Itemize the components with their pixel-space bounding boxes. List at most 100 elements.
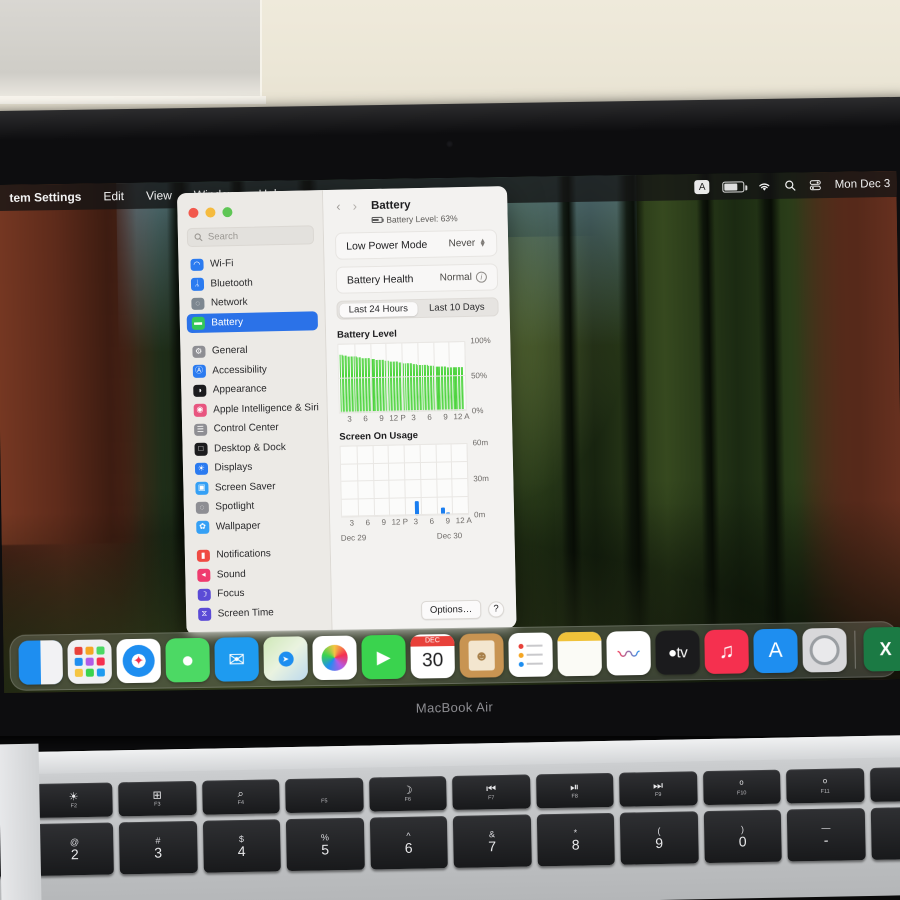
sidebar-item-label: Screen Time [218, 607, 274, 619]
low-power-mode-value[interactable]: Never ▲ ▼ [448, 238, 486, 250]
key-glyph: ☽ [403, 784, 413, 796]
dock-item-photos[interactable] [312, 635, 357, 680]
menu-app-name[interactable]: tem Settings [0, 184, 93, 211]
control-center-icon[interactable] [810, 179, 822, 191]
key-f11[interactable]: ᵒ F11 [786, 768, 864, 803]
low-power-mode-card[interactable]: Low Power Mode Never ▲ ▼ [335, 229, 498, 260]
chevron-updown-icon[interactable]: ▲ ▼ [479, 239, 486, 247]
tab-last-24-hours[interactable]: Last 24 Hours [339, 302, 418, 318]
key-glyph: 9 [655, 835, 663, 850]
low-power-mode-row[interactable]: Low Power Mode Never ▲ ▼ [346, 231, 487, 259]
dock-item-facetime[interactable]: ▶ [361, 635, 406, 680]
sidebar-item-displays[interactable]: ☀ Displays [190, 456, 321, 478]
key-6[interactable]: ^ 6 [369, 816, 447, 869]
sidebar-item-network[interactable]: ◌ Network [186, 291, 317, 313]
menu-edit[interactable]: Edit [92, 183, 135, 210]
key-f9[interactable]: ⏭ F9 [619, 771, 697, 806]
key--[interactable]: — - [787, 808, 865, 861]
key-9[interactable]: (9 [620, 811, 698, 864]
help-button[interactable]: ? [488, 601, 504, 617]
back-button[interactable]: ‹ [334, 201, 343, 213]
key-f10[interactable]: ᵒ F10 [703, 770, 781, 805]
key-glyph: ⊞ [152, 789, 161, 801]
key-8[interactable]: * 8 [536, 813, 614, 866]
zoom-button[interactable] [222, 207, 232, 217]
options-button[interactable]: Options… [421, 600, 482, 620]
battery-health-card[interactable]: Battery Health Normal i [336, 263, 499, 294]
key-f7[interactable]: ⏮ F7 [452, 774, 530, 809]
close-button[interactable] [188, 208, 198, 218]
key-7[interactable]: & 7 [453, 814, 531, 867]
dock-item-calendar[interactable]: DEC 30 [410, 634, 455, 679]
dock-item-excel[interactable]: X [863, 627, 900, 672]
keyboard-number-row[interactable]: !1@2#3$4%5^6&7*8(9)0—-+= [0, 806, 900, 877]
key-f12[interactable]: ᵒF12 [870, 766, 900, 801]
sidebar-item-control-center[interactable]: ☰ Control Center [189, 417, 320, 439]
dock-item-launchpad[interactable] [67, 639, 112, 684]
sidebar-item-label: Bluetooth [210, 277, 252, 289]
info-icon[interactable]: i [476, 272, 487, 283]
sidebar-search[interactable]: Search [178, 215, 324, 253]
input-source-icon[interactable]: A [695, 180, 710, 194]
dock-item-music[interactable]: ♫ [704, 629, 749, 674]
sidebar-item-wi-fi[interactable]: ◠ Wi-Fi [185, 252, 316, 274]
key-0[interactable]: ) 0 [703, 810, 781, 863]
key-f3[interactable]: ⊞ F3 [118, 781, 196, 816]
dock-item-safari[interactable]: ✦ [116, 639, 161, 684]
forward-button[interactable]: › [351, 200, 360, 212]
key-3[interactable]: #3 [119, 821, 197, 874]
key-2[interactable]: @2 [35, 822, 113, 875]
battery-icon[interactable] [723, 181, 745, 192]
sidebar-item-focus[interactable]: ☽ Focus [193, 582, 324, 604]
settings-sidebar[interactable]: Search ◠ Wi-Fi ᛦ Bluetooth ◌ Network ▬ Battery ⚙… [177, 190, 333, 635]
dock-item-mail[interactable]: ✉ [214, 637, 259, 682]
key-4[interactable]: $4 [202, 819, 280, 872]
dock-item-contacts[interactable]: ☻ [459, 633, 504, 678]
keyboard[interactable]: ☀F1☀F2⊞F3⌕F4F5☽F6⏮F7⏯F8⏭F9ᵒF10ᵒF11ᵒF12 … [0, 761, 900, 900]
chart-x-tick-label: 9 [443, 412, 448, 421]
search-input[interactable]: Search [187, 225, 314, 247]
chart-y-tick-label: 50% [471, 371, 487, 380]
key-5[interactable]: % 5 [286, 818, 364, 871]
dock-item-appletv[interactable]: ●tv [655, 630, 700, 675]
key-sublabel: F7 [488, 795, 495, 802]
time-range-segmented-control[interactable]: Last 24 Hours Last 10 Days [336, 297, 498, 320]
dock-item-finder[interactable] [18, 640, 63, 685]
menu-view[interactable]: View [135, 182, 183, 209]
dock-item-maps[interactable]: ➤ [263, 636, 308, 681]
dock-item-freeform[interactable]: 〰 [606, 631, 651, 676]
dock-item-appstore[interactable]: A [753, 629, 798, 674]
battery-settings-pane[interactable]: ‹ › Battery Battery Level: 63% Low Power… [323, 186, 517, 632]
menu-bar-status-items[interactable]: A Mon Dec 3 [694, 171, 890, 200]
dock-item-system-settings[interactable] [802, 628, 847, 673]
battery-health-row[interactable]: Battery Health Normal i [347, 265, 488, 293]
sidebar-item-list[interactable]: ◠ Wi-Fi ᛦ Bluetooth ◌ Network ▬ Battery ⚙ General… [178, 250, 332, 635]
key-f6[interactable]: ☽ F6 [369, 776, 447, 811]
menu-bar-clock[interactable]: Mon Dec 3 [835, 178, 891, 191]
search-icon[interactable] [785, 180, 797, 192]
system-settings-window[interactable]: Search ◠ Wi-Fi ᛦ Bluetooth ◌ Network ▬ Battery ⚙… [177, 186, 517, 635]
tab-last-10-days[interactable]: Last 10 Days [417, 300, 496, 316]
laptop-lid: tem Settings Edit View Window Help A [0, 97, 900, 752]
wifi-icon[interactable] [758, 180, 772, 191]
dock-item-notes[interactable] [557, 632, 602, 677]
key-f2[interactable]: ☀ F2 [35, 782, 113, 817]
sidebar-item-label: Wi-Fi [210, 258, 234, 270]
key-f5[interactable]:  F5 [285, 778, 363, 813]
battery-health-value[interactable]: Normal i [440, 272, 487, 284]
key-sublabel: F5 [321, 798, 328, 805]
key-glyph: 6 [405, 840, 413, 855]
chart-x-tick-label: 3 [413, 517, 418, 526]
sidebar-item-spotlight[interactable]: ◌ Spotlight [191, 495, 322, 517]
wallpaper-icon: ✿ [196, 521, 209, 534]
sidebar-item-notifications[interactable]: ▮ Notifications [192, 543, 323, 565]
pane-footer[interactable]: Options… ? [421, 599, 505, 620]
key-=[interactable]: += [870, 806, 900, 859]
dock-item-messages[interactable]: ● [165, 638, 210, 683]
key-f4[interactable]: ⌕ F4 [202, 779, 280, 814]
minimize-button[interactable] [205, 207, 215, 217]
sidebar-item-appearance[interactable]: ◑ Appearance [188, 378, 319, 400]
key-f8[interactable]: ⏯ F8 [536, 773, 614, 808]
dock-item-reminders[interactable] [508, 632, 553, 677]
sidebar-item-general[interactable]: ⚙ General [187, 339, 318, 361]
